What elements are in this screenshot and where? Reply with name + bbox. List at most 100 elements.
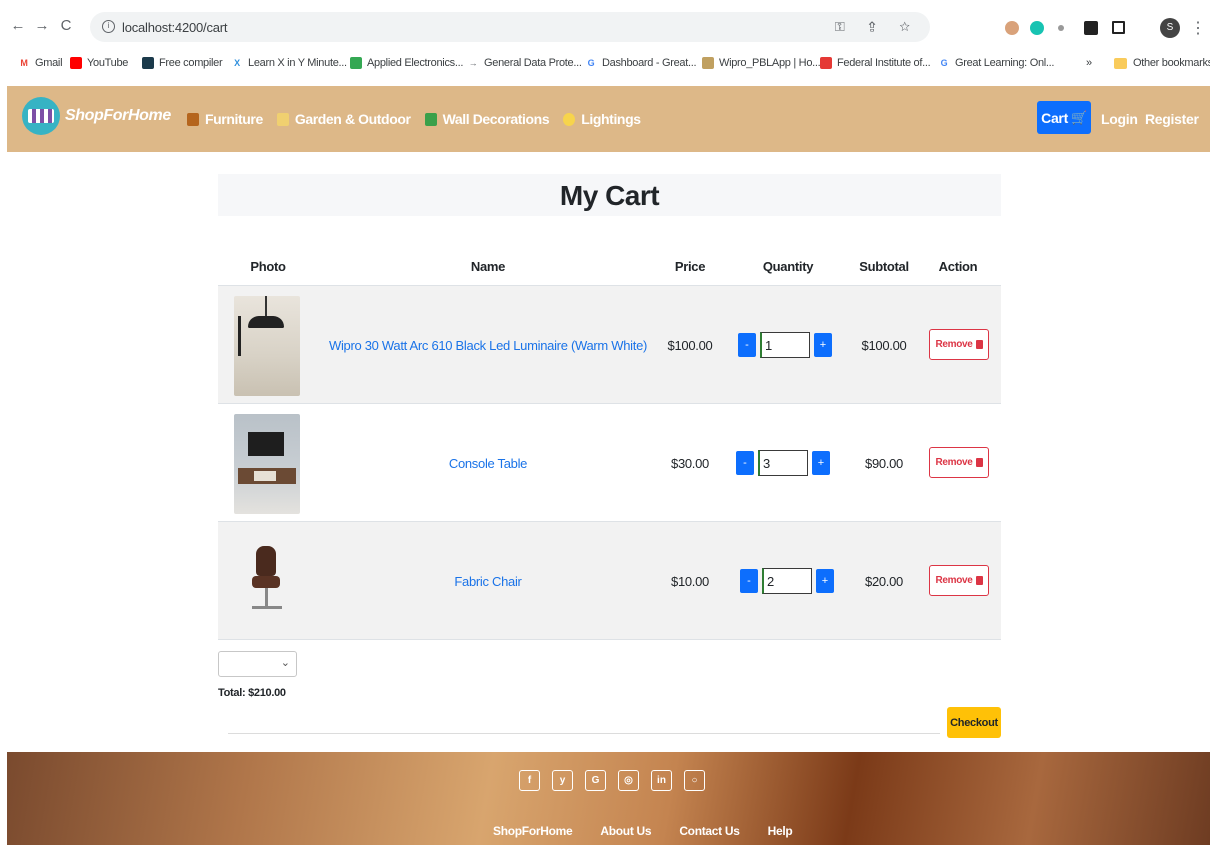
arrow-icon: → xyxy=(468,58,478,68)
table-row: Fabric Chair $10.00 - 2 + $20.00 Remove xyxy=(218,522,1001,640)
product-name-cell: Console Table xyxy=(318,404,658,522)
header-name: Name xyxy=(470,259,506,274)
product-photo-lamp xyxy=(234,296,300,396)
footer-link-shopforhome[interactable]: ShopForHome xyxy=(493,824,573,838)
menu-item-garden-outdoor[interactable]: Garden & Outdoor xyxy=(276,111,411,127)
address-bar[interactable]: i localhost:4200/cart ⚿ ⇪ ☆ xyxy=(90,12,930,42)
subtotal-cell: $20.00 xyxy=(865,573,903,589)
bookmark-gdpr[interactable]: → General Data Prote... xyxy=(467,55,582,71)
price-cell: $10.00 xyxy=(671,573,709,589)
bookmark-federal-institute[interactable]: Federal Institute of... xyxy=(820,55,931,71)
address-bar-row: ← → C i localhost:4200/cart ⚿ ⇪ ☆ S ⋮ xyxy=(0,8,1210,44)
forward-icon[interactable]: → xyxy=(34,18,50,34)
footer: f y G ◎ in ○ ShopForHome About Us Contac… xyxy=(7,752,1210,845)
extension-avatar-icon[interactable] xyxy=(1005,21,1019,35)
category-menu: Furniture Garden & Outdoor Wall Decorati… xyxy=(187,111,655,127)
grammarly-icon[interactable] xyxy=(1030,21,1044,35)
footer-links: ShopForHome About Us Contact Us Help xyxy=(493,824,820,838)
g-icon: G xyxy=(940,58,948,68)
chair-icon xyxy=(187,112,199,126)
extensions-puzzle-icon[interactable] xyxy=(1084,21,1098,35)
menu-item-wall-decorations[interactable]: Wall Decorations xyxy=(424,111,550,127)
fi-icon xyxy=(820,57,832,69)
extension-dot-icon[interactable] xyxy=(1058,25,1064,31)
increase-quantity-button[interactable]: + xyxy=(814,333,832,357)
login-link[interactable]: Login xyxy=(1101,111,1138,127)
table-header: Photo Name Price Quantity Subtotal Actio… xyxy=(218,248,1001,286)
g-icon: G xyxy=(587,58,595,68)
cart-total: Total: $210.00 xyxy=(218,687,286,699)
quantity-stepper: - 3 + xyxy=(736,450,830,476)
product-name-link[interactable]: Console Table xyxy=(449,456,528,471)
register-link[interactable]: Register xyxy=(1145,111,1199,127)
youtube-icon xyxy=(70,57,82,69)
github-icon[interactable]: ○ xyxy=(684,770,705,791)
footer-link-contact-us[interactable]: Contact Us xyxy=(679,824,740,838)
instagram-icon[interactable]: ◎ xyxy=(618,770,639,791)
table-row: Console Table $30.00 - 3 + $90.00 Remove xyxy=(218,404,1001,522)
subtotal-cell: $90.00 xyxy=(865,455,903,471)
other-bookmarks[interactable]: Other bookmarks xyxy=(1114,55,1210,71)
increase-quantity-button[interactable]: + xyxy=(812,451,830,475)
reload-icon[interactable]: C xyxy=(58,18,74,34)
browser-menu-icon[interactable]: ⋮ xyxy=(1190,18,1206,38)
drive-icon xyxy=(350,57,362,69)
product-photo-console-table xyxy=(234,414,300,514)
profile-avatar[interactable]: S xyxy=(1160,18,1180,38)
remove-button[interactable]: Remove xyxy=(929,329,989,360)
divider xyxy=(228,733,940,734)
quantity-input[interactable]: 1 xyxy=(760,332,810,358)
bookmark-great-learning[interactable]: G Great Learning: Onl... xyxy=(938,55,1055,71)
remove-button[interactable]: Remove xyxy=(929,565,989,596)
product-name-link[interactable]: Fabric Chair xyxy=(454,574,522,589)
footer-link-help[interactable]: Help xyxy=(768,824,793,838)
footer-link-about-us[interactable]: About Us xyxy=(600,824,651,838)
twitter-icon[interactable]: y xyxy=(552,770,573,791)
bookmarks-more-button[interactable]: » xyxy=(1086,55,1092,71)
bookmark-learn-x[interactable]: X Learn X in Y Minute... xyxy=(231,55,347,71)
bookmark-gmail[interactable]: M Gmail xyxy=(18,55,62,71)
page-title: My Cart xyxy=(559,180,660,211)
product-photo-fabric-chair xyxy=(234,532,300,632)
bookmark-applied-electronics[interactable]: Applied Electronics... xyxy=(350,55,463,71)
chevron-down-icon: ⌄ xyxy=(280,657,290,669)
trash-icon xyxy=(975,458,983,467)
back-icon[interactable]: ← xyxy=(10,18,26,34)
increase-quantity-button[interactable]: + xyxy=(816,569,834,593)
decrease-quantity-button[interactable]: - xyxy=(738,333,756,357)
linkedin-icon[interactable]: in xyxy=(651,770,672,791)
bookmark-youtube[interactable]: YouTube xyxy=(70,55,128,71)
bookmark-free-compiler[interactable]: Free compiler xyxy=(142,55,223,71)
trash-icon xyxy=(975,576,983,585)
brand-name[interactable]: ShopForHome xyxy=(65,107,171,125)
facebook-icon[interactable]: f xyxy=(519,770,540,791)
cart-button[interactable]: Cart 🛒 xyxy=(1037,101,1091,134)
cart-select-dropdown[interactable]: ⌄ xyxy=(218,651,297,677)
remove-button[interactable]: Remove xyxy=(929,447,989,478)
header-price: Price xyxy=(674,259,706,274)
price-cell: $30.00 xyxy=(671,455,709,471)
compiler-icon xyxy=(142,57,154,69)
header-quantity: Quantity xyxy=(762,259,814,274)
decrease-quantity-button[interactable]: - xyxy=(736,451,754,475)
product-name-link[interactable]: Wipro 30 Watt Arc 610 Black Led Luminair… xyxy=(329,338,647,353)
quantity-input[interactable]: 3 xyxy=(758,450,808,476)
awning-icon xyxy=(28,109,54,123)
quantity-stepper: - 2 + xyxy=(740,568,834,594)
cart-title-band: My Cart xyxy=(218,174,1001,216)
decrease-quantity-button[interactable]: - xyxy=(740,569,758,593)
menu-item-furniture[interactable]: Furniture xyxy=(187,111,263,127)
shop-logo-icon[interactable] xyxy=(22,97,60,135)
subtotal-cell: $100.00 xyxy=(861,337,907,353)
omnibox-actions[interactable]: ⚿ ⇪ ☆ xyxy=(835,19,920,35)
bookmark-dashboard[interactable]: G Dashboard - Great... xyxy=(585,55,697,71)
bookmark-wipro[interactable]: Wipro_PBLApp | Ho... xyxy=(702,55,821,71)
quantity-input[interactable]: 2 xyxy=(762,568,812,594)
social-links: f y G ◎ in ○ xyxy=(519,770,717,791)
checkout-button[interactable]: Checkout xyxy=(947,707,1001,738)
table-row: Wipro 30 Watt Arc 610 Black Led Luminair… xyxy=(218,286,1001,404)
menu-item-lightings[interactable]: Lightings xyxy=(563,111,641,127)
sidepanel-icon[interactable] xyxy=(1112,21,1125,34)
site-info-icon[interactable]: i xyxy=(102,20,115,33)
google-icon[interactable]: G xyxy=(585,770,606,791)
